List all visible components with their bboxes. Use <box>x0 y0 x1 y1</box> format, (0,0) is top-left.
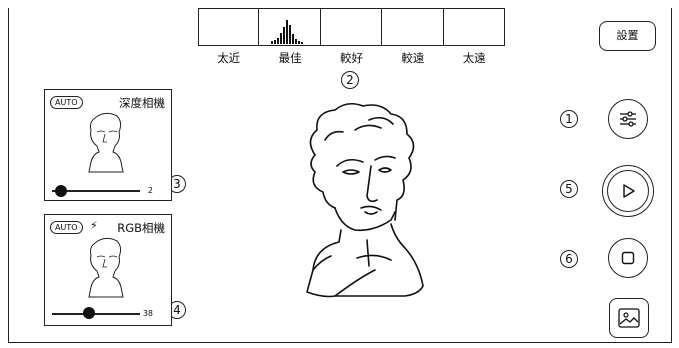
marker-1: 1 <box>560 110 578 128</box>
histogram-label-too-far: 太遠 <box>462 51 486 65</box>
depth-slider-value: 2 <box>147 186 153 195</box>
start-button[interactable] <box>602 165 654 217</box>
histogram-label-far: 較遠 <box>401 51 425 65</box>
image-icon <box>618 308 640 328</box>
histogram-label-too-close: 太近 <box>217 51 241 65</box>
sliders-icon <box>620 111 636 127</box>
stop-button[interactable] <box>608 238 648 278</box>
rgb-camera-title: RGB相機 <box>117 221 165 235</box>
bust-illustration <box>306 102 424 298</box>
rgb-slider-track[interactable] <box>52 313 140 315</box>
play-icon <box>623 184 635 198</box>
marker-6: 6 <box>560 250 578 268</box>
marker-2: 2 <box>341 71 359 89</box>
histogram-cell-best <box>259 8 321 46</box>
depth-camera-title: 深度相機 <box>119 96 165 110</box>
adjust-button[interactable] <box>608 99 648 139</box>
rgb-preview-image <box>88 237 124 298</box>
start-button-inner-ring <box>607 170 649 212</box>
rgb-slider-value: 38 <box>142 309 153 318</box>
histogram-labels: 太近 最佳 較好 較遠 太遠 <box>198 50 505 66</box>
settings-button[interactable]: 設置 <box>599 21 656 51</box>
distance-histogram <box>198 8 505 46</box>
depth-camera-card[interactable]: AUTO 深度相機 2 <box>44 89 172 201</box>
depth-auto-toggle[interactable]: AUTO <box>50 96 83 109</box>
rgb-camera-card[interactable]: AUTO ⚡ RGB相機 38 <box>44 214 172 326</box>
histogram-label-good: 較好 <box>339 51 363 65</box>
rgb-auto-toggle[interactable]: AUTO <box>50 221 83 234</box>
rgb-slider-knob[interactable] <box>83 307 95 319</box>
flash-icon[interactable]: ⚡ <box>90 219 98 232</box>
gallery-button[interactable] <box>609 298 649 338</box>
histogram-bars <box>271 20 304 44</box>
histogram-cell-too-close <box>198 8 260 46</box>
histogram-cell-good <box>320 8 383 46</box>
histogram-cell-far <box>382 8 444 46</box>
histogram-cell-too-far <box>443 8 505 46</box>
depth-preview-image <box>88 112 124 173</box>
depth-slider-knob[interactable] <box>55 185 67 197</box>
marker-5: 5 <box>560 180 578 198</box>
histogram-label-best: 最佳 <box>278 51 302 65</box>
stop-icon <box>621 251 635 265</box>
